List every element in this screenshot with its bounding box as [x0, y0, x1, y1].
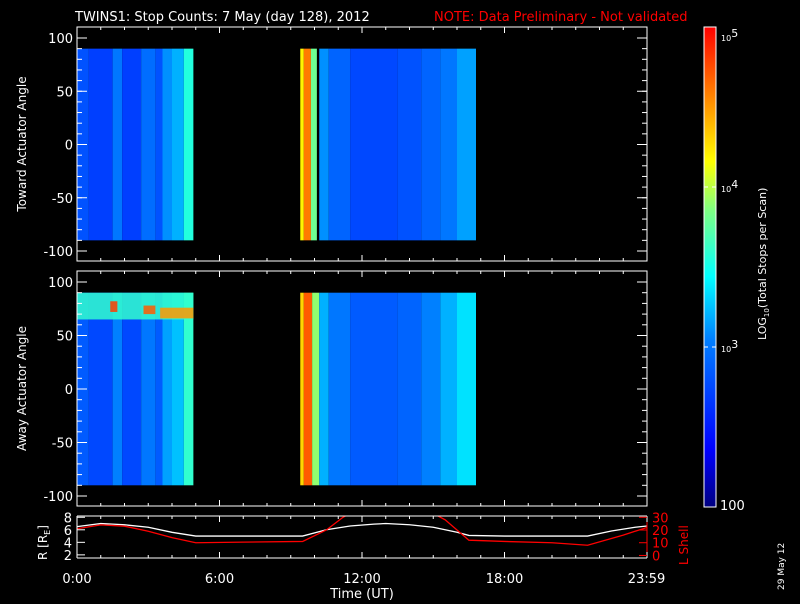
svg-text:LOG10(Total Stops per Scan): LOG10(Total Stops per Scan): [756, 188, 771, 340]
colorbar-tick-label: 104: [721, 178, 738, 194]
tick-exp: 3: [731, 338, 738, 351]
away-angle-panel: 100 50 0 -50 -100 Away Actuator Angle: [15, 270, 648, 507]
y-tick-label: 50: [56, 330, 73, 345]
x-tick-label: 6:00: [205, 572, 234, 587]
colorbar-gradient: [703, 26, 717, 508]
preliminary-note: NOTE: Data Preliminary - Not validated: [434, 10, 688, 25]
y-tick-label-right: 0: [652, 549, 660, 564]
y-axis-label: Toward Actuator Angle: [15, 76, 29, 212]
r-label-end: ]: [36, 525, 50, 530]
y-tick-label: 0: [65, 383, 73, 398]
y-tick-label: -50: [52, 437, 73, 452]
y-tick-label: 100: [48, 276, 73, 291]
orbit-panel: 864230201000:00 6:00 12:00 18:00 23:59Time (…: [36, 511, 691, 602]
spectrogram-patch: [110, 301, 118, 312]
colorbar-title-rest: (Total Stops per Scan): [756, 188, 769, 309]
y-axis-label: Away Actuator Angle: [15, 326, 29, 451]
toward-angle-panel: 100 50 0 -50 -100 Toward Actuator Angle: [15, 26, 648, 262]
x-tick-label: 0:00: [62, 572, 91, 587]
y-axis-label-right: L Shell: [677, 525, 691, 565]
y-tick-label: 100: [48, 32, 73, 47]
y-tick-label: -50: [52, 192, 73, 207]
x-tick-label: 12:00: [343, 572, 380, 587]
y-axis-label-left: R [RE]: [36, 525, 52, 560]
y-tick-label: -100: [43, 245, 73, 260]
colorbar-title-sub: 10: [763, 308, 771, 317]
colorbar-tick-label: 103: [721, 338, 738, 354]
tick-base: 10: [721, 345, 731, 354]
x-tick-label: 18:00: [486, 572, 523, 587]
tick-exp: 5: [731, 27, 738, 40]
tick-base: 10: [721, 34, 731, 43]
spectrogram-patch: [160, 307, 194, 319]
figure: TWINS1: Stop Counts: 7 May (day 128), 20…: [15, 10, 787, 602]
colorbar: 105104103: [703, 26, 738, 508]
spectrogram-patch: [143, 305, 156, 315]
y-tick-label: -100: [43, 490, 73, 505]
series-r: [77, 522, 647, 537]
r-label: R [R: [36, 535, 50, 560]
tick-base: 10: [721, 185, 731, 194]
y-tick-label: 50: [56, 85, 73, 100]
y-tick-label: 0: [65, 139, 73, 154]
x-tick-label: 23:59: [628, 572, 665, 587]
y-tick-label-left: 2: [64, 549, 72, 564]
x-axis-label: Time (UT): [329, 587, 394, 600]
colorbar-tick-label: 105: [721, 27, 738, 43]
colorbar-title-log: LOG: [756, 317, 769, 340]
chart-title: TWINS1: Stop Counts: 7 May (day 128), 20…: [74, 10, 370, 25]
date-stamp: 29 May 12: [777, 543, 787, 590]
tick-exp: 4: [731, 178, 738, 191]
colorbar-bottom-label: 100: [720, 499, 745, 514]
colorbar-title: LOG10(Total Stops per Scan): [756, 188, 771, 340]
